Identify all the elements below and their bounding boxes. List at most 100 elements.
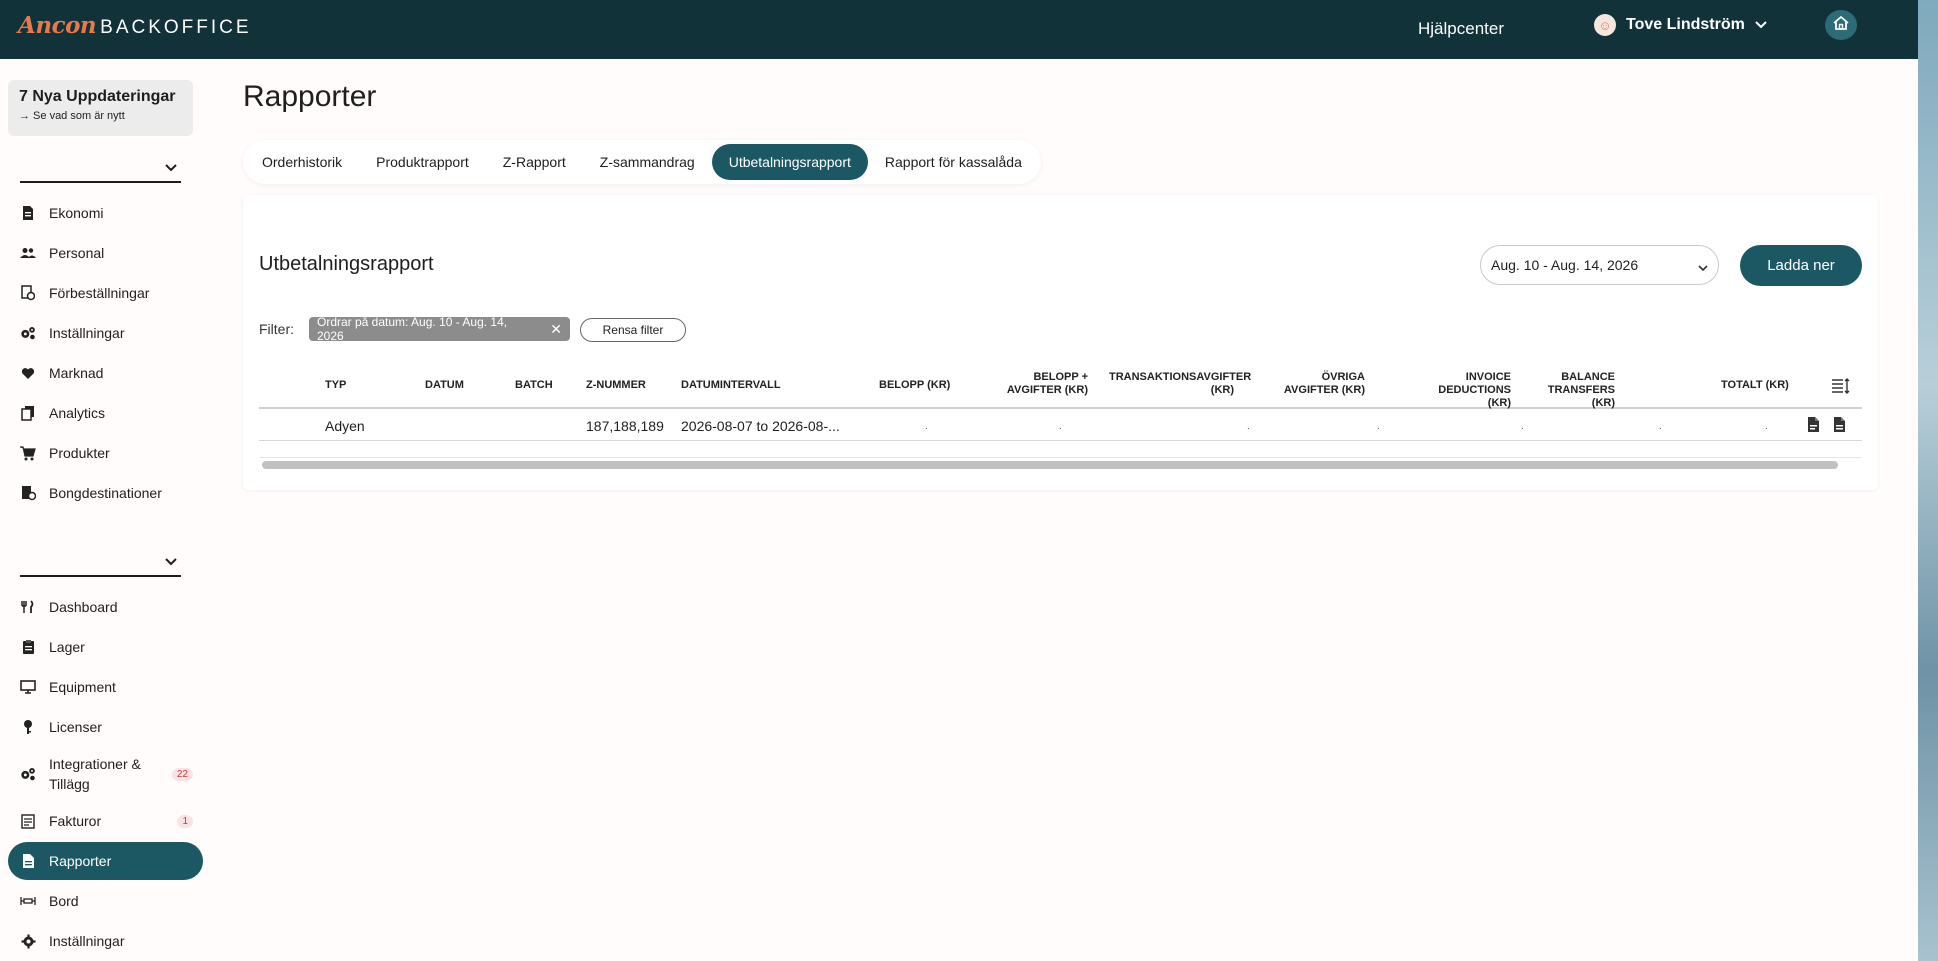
sidebar-item-ekonomi[interactable]: Ekonomi [8, 194, 203, 232]
report-icon [20, 853, 36, 869]
column-header-belopp-avgifter[interactable]: BELOPP + AVGIFTER (KR) [988, 371, 1088, 397]
sidebar-item-label: Rapporter [49, 853, 112, 869]
sidebar-item-label: Lager [49, 639, 85, 655]
date-range-value: Aug. 10 - Aug. 14, 2026 [1491, 257, 1639, 273]
sidebar-item-label: Förbeställningar [49, 285, 150, 301]
chevron-down-icon [1698, 259, 1708, 275]
chevron-down-icon [1755, 16, 1767, 34]
sidebar-item-rapporter[interactable]: Rapporter [8, 842, 203, 880]
page-title: Rapporter [243, 80, 377, 113]
cell-invoice-deductions: . [1521, 421, 1524, 432]
sidebar-item-label: Inställningar [49, 325, 125, 341]
csv-file-icon[interactable] [1833, 416, 1846, 438]
cell-balance-transfers: . [1659, 421, 1662, 432]
column-header-datum[interactable]: DATUM [425, 379, 464, 392]
people-icon [20, 245, 36, 261]
sidebar-item-label: Licenser [49, 719, 102, 735]
download-button[interactable]: Ladda ner [1740, 245, 1862, 286]
tab-z-rapport[interactable]: Z-Rapport [486, 144, 583, 180]
sidebar-item-bongdestinationer[interactable]: Bongdestinationer [8, 474, 203, 512]
preorder-icon [20, 285, 36, 301]
table-icon [20, 893, 36, 909]
sidebar: 7 Nya Uppdateringar → Se vad som är nytt… [0, 59, 212, 961]
section-select-1[interactable] [20, 153, 181, 183]
notification-badge: 22 [171, 767, 193, 781]
cutlery-icon [20, 599, 36, 615]
card-title: Utbetalningsrapport [259, 253, 434, 275]
sidebar-item-analytics[interactable]: Analytics [8, 394, 203, 432]
horizontal-scrollbar[interactable] [259, 457, 1862, 469]
sidebar-item-equipment[interactable]: Equipment [8, 668, 203, 706]
column-header-invoice-deductions[interactable]: INVOICE DEDUCTIONS (KR) [1421, 371, 1511, 410]
pages-icon [20, 405, 36, 421]
cart-icon [20, 445, 36, 461]
sidebar-item-label: Analytics [49, 405, 106, 421]
desktop-background [1918, 0, 1938, 961]
cell-totalt: . [1765, 421, 1768, 432]
column-header-ovriga-avgifter[interactable]: ÖVRIGA AVGIFTER (KR) [1277, 371, 1365, 397]
column-header-belopp[interactable]: BELOPP (KR) [879, 379, 950, 392]
tab-utbetalningsrapport[interactable]: Utbetalningsrapport [711, 144, 868, 180]
section-select-2[interactable] [20, 547, 181, 577]
sidebar-item-label: Bongdestinationer [49, 485, 162, 501]
scrollbar-thumb[interactable] [262, 461, 1838, 469]
clipboard-icon [20, 639, 36, 655]
user-name: Tove Lindström [1626, 16, 1745, 33]
sidebar-item-marknad[interactable]: Marknad [8, 354, 203, 392]
column-settings-icon[interactable] [1831, 378, 1851, 399]
sidebar-item-personal[interactable]: Personal [8, 234, 203, 272]
cell-belopp: . [925, 421, 928, 432]
updates-link[interactable]: → Se vad som är nytt [19, 110, 182, 122]
sidebar-item-dashboard[interactable]: Dashboard [8, 588, 203, 626]
filter-chip-label: Ordrar på datum: Aug. 10 - Aug. 14, 2026 [317, 315, 508, 343]
column-header-balance-transfers[interactable]: BALANCE TRANSFERS (KR) [1525, 371, 1615, 410]
sidebar-item-licenser[interactable]: Licenser [8, 708, 203, 746]
sidebar-item-forbestallningar[interactable]: Förbeställningar [8, 274, 203, 312]
filter-chip: Ordrar på datum: Aug. 10 - Aug. 14, 2026… [309, 315, 570, 343]
help-center-link[interactable]: Hjälpcenter [1418, 19, 1504, 39]
gears-icon [20, 766, 36, 782]
updates-box[interactable]: 7 Nya Uppdateringar → Se vad som är nytt [8, 80, 193, 136]
column-header-transaktionsavgifter[interactable]: TRANSAKTIONSAVGIFTER (KR) [1109, 371, 1251, 397]
sidebar-item-produkter[interactable]: Produkter [8, 434, 203, 472]
logo[interactable]: Ancon BACKOFFICE [18, 12, 252, 39]
tab-orderhistorik[interactable]: Orderhistorik [245, 144, 359, 180]
pdf-file-icon[interactable] [1807, 416, 1820, 438]
user-menu[interactable]: ☺ Tove Lindström [1594, 14, 1767, 36]
printer-settings-icon [20, 485, 36, 501]
sidebar-item-lager[interactable]: Lager [8, 628, 203, 666]
sidebar-item-installningar[interactable]: Inställningar [8, 922, 203, 960]
cell-datumintervall: 2026-08-07 to 2026-08-... [681, 418, 840, 434]
tab-produktrapport[interactable]: Produktrapport [359, 144, 486, 180]
report-tabs: Orderhistorik Produktrapport Z-Rapport Z-sa… [243, 140, 1041, 184]
column-header-typ[interactable]: TYP [325, 379, 346, 392]
clear-filter-button[interactable]: Rensa filter [580, 318, 686, 342]
key-icon [20, 719, 36, 735]
sidebar-item-label: Fakturor [49, 813, 102, 829]
home-button[interactable] [1825, 10, 1857, 40]
sidebar-item-fakturor[interactable]: Fakturor 1 [8, 802, 203, 840]
gear-icon [20, 933, 36, 949]
sidebar-item-integrationer-tillagg[interactable]: Integrationer & Tillägg 22 [8, 748, 203, 800]
column-header-datumintervall[interactable]: DATUMINTERVALL [681, 379, 781, 392]
brand-name: Ancon [18, 12, 97, 39]
sidebar-item-installningar[interactable]: Inställningar [8, 314, 203, 352]
table-row[interactable]: Adyen 187,188,189 2026-08-07 to 2026-08-… [259, 409, 1862, 441]
column-header-batch[interactable]: BATCH [515, 379, 553, 392]
column-header-totalt[interactable]: TOTALT (KR) [1721, 379, 1789, 392]
column-header-z-nummer[interactable]: Z-NUMMER [586, 379, 646, 392]
cell-ovriga-avgifter: . [1377, 421, 1380, 432]
monitor-icon [20, 679, 36, 695]
sidebar-item-bord[interactable]: Bord [8, 882, 203, 920]
payout-table: TYP DATUM BATCH Z-NUMMER DATUMINTERVALL … [259, 365, 1862, 469]
cell-belopp-avgifter: . [1059, 421, 1062, 432]
tab-z-sammandrag[interactable]: Z-sammandrag [583, 144, 712, 180]
home-icon [1832, 15, 1850, 36]
tab-rapport-for-kassalada[interactable]: Rapport för kassalåda [868, 144, 1039, 180]
close-icon[interactable]: ✕ [550, 321, 562, 338]
top-bar: Ancon BACKOFFICE Hjälpcenter ☺ Tove Lind… [0, 0, 1918, 59]
sidebar-item-label: Inställningar [49, 933, 125, 949]
date-range-select[interactable]: Aug. 10 - Aug. 14, 2026 [1480, 245, 1719, 285]
document-icon [20, 205, 36, 221]
sidebar-item-label: Personal [49, 245, 105, 261]
